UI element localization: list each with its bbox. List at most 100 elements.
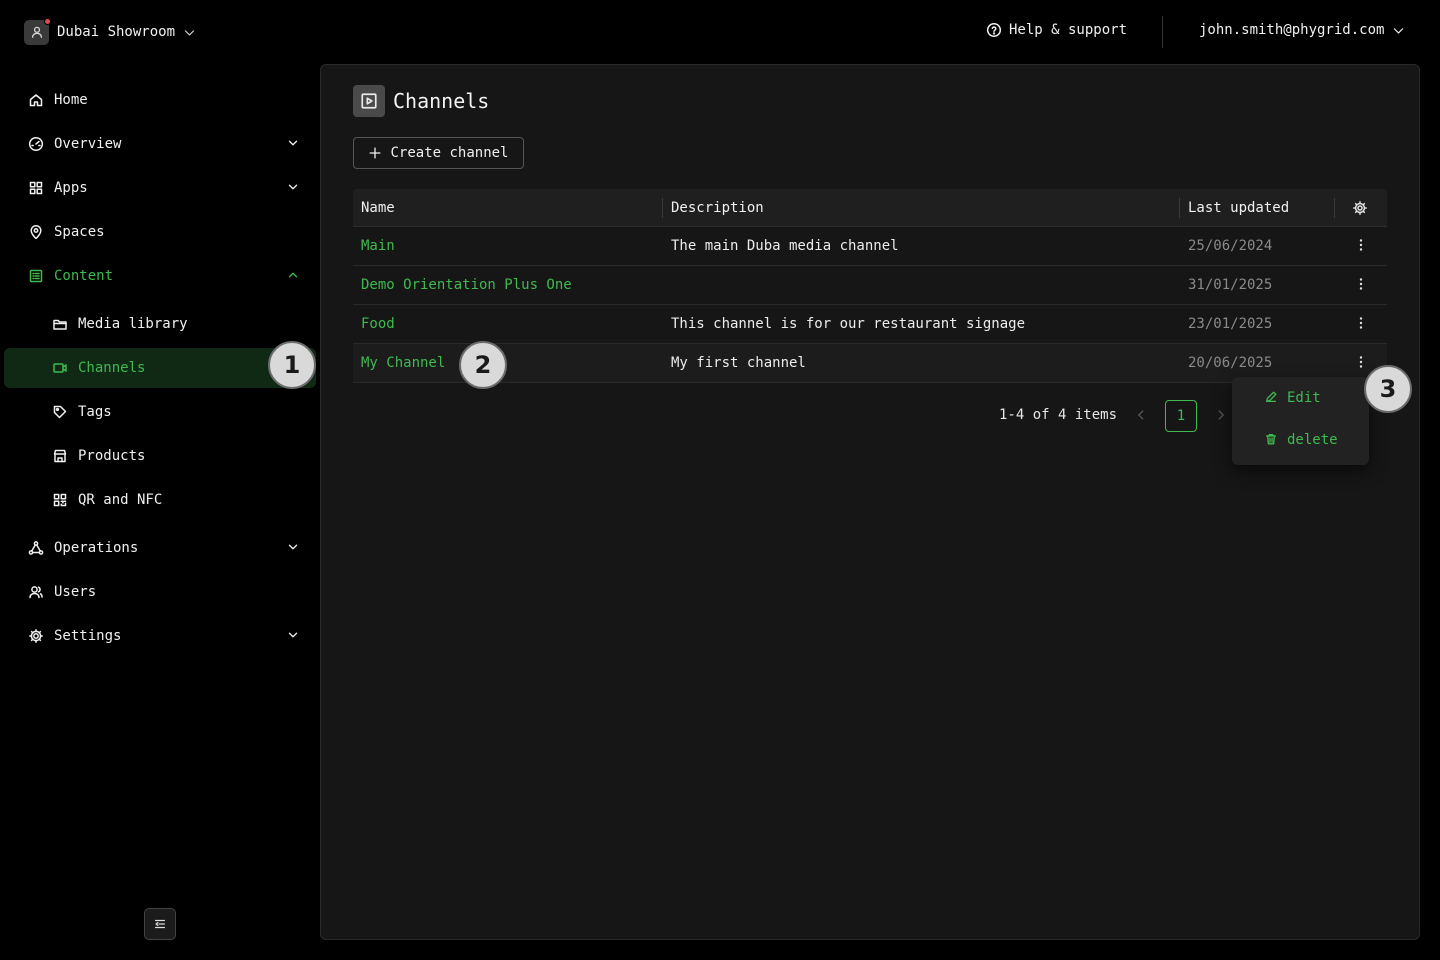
user-email: john.smith@phygrid.com xyxy=(1199,22,1385,38)
chevron-down-icon xyxy=(288,544,298,550)
chevron-down-icon xyxy=(288,140,298,146)
help-circle-icon xyxy=(986,22,1002,38)
qr-icon xyxy=(53,493,67,507)
gauge-icon xyxy=(28,136,44,152)
sidebar-item-tags[interactable]: Tags xyxy=(4,392,316,432)
column-divider xyxy=(662,198,663,218)
sidebar-item-products[interactable]: Products xyxy=(4,436,316,476)
channel-name-link[interactable]: Food xyxy=(361,316,395,332)
step-marker: 1 xyxy=(268,341,316,389)
more-vertical-icon[interactable] xyxy=(1353,276,1369,294)
column-divider xyxy=(1334,198,1335,218)
sidebar-item-label: Home xyxy=(54,92,88,108)
chevron-up-icon xyxy=(288,272,298,278)
step-marker: 2 xyxy=(459,341,507,389)
gear-icon xyxy=(29,629,43,643)
sidebar-item-label: Media library xyxy=(78,316,188,332)
org-switcher[interactable]: Dubai Showroom xyxy=(24,17,196,45)
menu-item-delete[interactable]: delete xyxy=(1232,422,1369,458)
user-menu[interactable]: john.smith@phygrid.com xyxy=(1199,22,1405,38)
page-header: Channels xyxy=(353,85,489,117)
chevron-down-icon xyxy=(184,29,195,36)
channel-name-link[interactable]: Demo Orientation Plus One xyxy=(361,277,572,293)
page-title: Channels xyxy=(393,89,490,113)
chevron-left-icon[interactable] xyxy=(1134,408,1148,422)
org-name: Dubai Showroom xyxy=(57,24,176,40)
sidebar-item-label: Operations xyxy=(54,540,139,556)
channel-description: This channel is for our restaurant signa… xyxy=(671,316,1026,332)
channel-last-updated: 25/06/2024 xyxy=(1188,238,1273,254)
chevron-down-icon xyxy=(288,632,298,638)
channel-name-link[interactable]: My Channel xyxy=(361,355,445,371)
more-vertical-icon[interactable] xyxy=(1353,315,1369,333)
channel-last-updated: 31/01/2025 xyxy=(1188,277,1273,293)
sidebar-item-label: Channels xyxy=(78,360,146,376)
channel-description: The main Duba media channel xyxy=(671,238,899,254)
collapse-menu-icon xyxy=(154,919,166,929)
sidebar-item-label: Spaces xyxy=(54,224,105,240)
sidebar-item-spaces[interactable]: Spaces xyxy=(4,212,316,252)
sidebar-item-overview[interactable]: Overview xyxy=(4,124,316,164)
grid-icon xyxy=(29,181,43,195)
row-actions-menu: Edit delete xyxy=(1232,377,1369,465)
table-row: Food This channel is for our restaurant … xyxy=(353,305,1387,344)
pagination-page-button[interactable]: 1 xyxy=(1165,400,1197,432)
chevron-down-icon xyxy=(1394,27,1404,34)
trash-icon xyxy=(1265,433,1277,445)
sidebar-item-label: Products xyxy=(78,448,146,464)
create-channel-button[interactable]: Create channel xyxy=(353,137,524,169)
sidebar-item-media-library[interactable]: Media library xyxy=(4,304,316,344)
column-header-last-updated[interactable]: Last updated xyxy=(1188,200,1289,216)
help-support-link[interactable]: Help & support xyxy=(986,22,1127,38)
table-header: Name Description Last updated xyxy=(353,189,1387,227)
channel-last-updated: 23/01/2025 xyxy=(1188,316,1273,332)
folder-icon xyxy=(53,319,67,330)
map-pin-icon xyxy=(30,225,42,240)
sidebar-item-operations[interactable]: Operations xyxy=(4,528,316,568)
column-settings-gear-icon[interactable] xyxy=(1352,200,1368,216)
chevron-down-icon xyxy=(288,184,298,190)
create-channel-label: Create channel xyxy=(390,145,509,161)
channel-last-updated: 20/06/2025 xyxy=(1188,355,1273,371)
store-icon xyxy=(53,449,67,463)
sidebar-item-label: Overview xyxy=(54,136,122,152)
menu-item-label: Edit xyxy=(1287,390,1321,406)
network-icon xyxy=(28,541,44,555)
menu-item-edit[interactable]: Edit xyxy=(1232,380,1369,416)
channel-name-link[interactable]: Main xyxy=(361,238,395,254)
sidebar-item-label: QR and NFC xyxy=(78,492,163,508)
video-icon xyxy=(53,363,67,373)
channel-description: My first channel xyxy=(671,355,806,371)
sidebar-item-home[interactable]: Home xyxy=(4,80,316,120)
table-row: My Channel My first channel 20/06/2025 xyxy=(353,344,1387,383)
sidebar-item-label: Settings xyxy=(54,628,122,644)
content-icon xyxy=(29,269,43,283)
users-icon xyxy=(29,586,43,599)
help-label: Help & support xyxy=(1009,22,1128,38)
sidebar-item-apps[interactable]: Apps xyxy=(4,168,316,208)
sidebar-item-users[interactable]: Users xyxy=(4,572,316,612)
table-row: Main The main Duba media channel 25/06/2… xyxy=(353,227,1387,266)
channels-play-icon xyxy=(353,85,385,117)
chevron-right-icon[interactable] xyxy=(1214,408,1228,422)
column-header-name[interactable]: Name xyxy=(361,200,395,216)
sidebar-item-settings[interactable]: Settings xyxy=(4,616,316,656)
tag-icon xyxy=(53,405,67,419)
sidebar-item-label: Users xyxy=(54,584,97,600)
more-vertical-icon[interactable] xyxy=(1353,237,1369,255)
sidebar-item-label: Content xyxy=(54,268,114,284)
column-header-description[interactable]: Description xyxy=(671,200,764,216)
menu-item-label: delete xyxy=(1287,432,1338,448)
pencil-icon xyxy=(1265,391,1277,403)
sidebar-item-content[interactable]: Content xyxy=(4,256,316,296)
collapse-sidebar-button[interactable] xyxy=(144,908,176,940)
notification-dot xyxy=(44,17,51,25)
sidebar-item-qr-nfc[interactable]: QR and NFC xyxy=(4,480,316,520)
user-avatar-icon xyxy=(24,17,51,45)
plus-icon xyxy=(370,147,381,159)
sidebar-item-label: Tags xyxy=(78,404,112,420)
more-vertical-icon[interactable] xyxy=(1353,354,1369,372)
column-divider xyxy=(1179,198,1180,218)
channels-table: Name Description Last updated Main The m… xyxy=(353,189,1387,383)
table-row: Demo Orientation Plus One 31/01/2025 xyxy=(353,266,1387,305)
